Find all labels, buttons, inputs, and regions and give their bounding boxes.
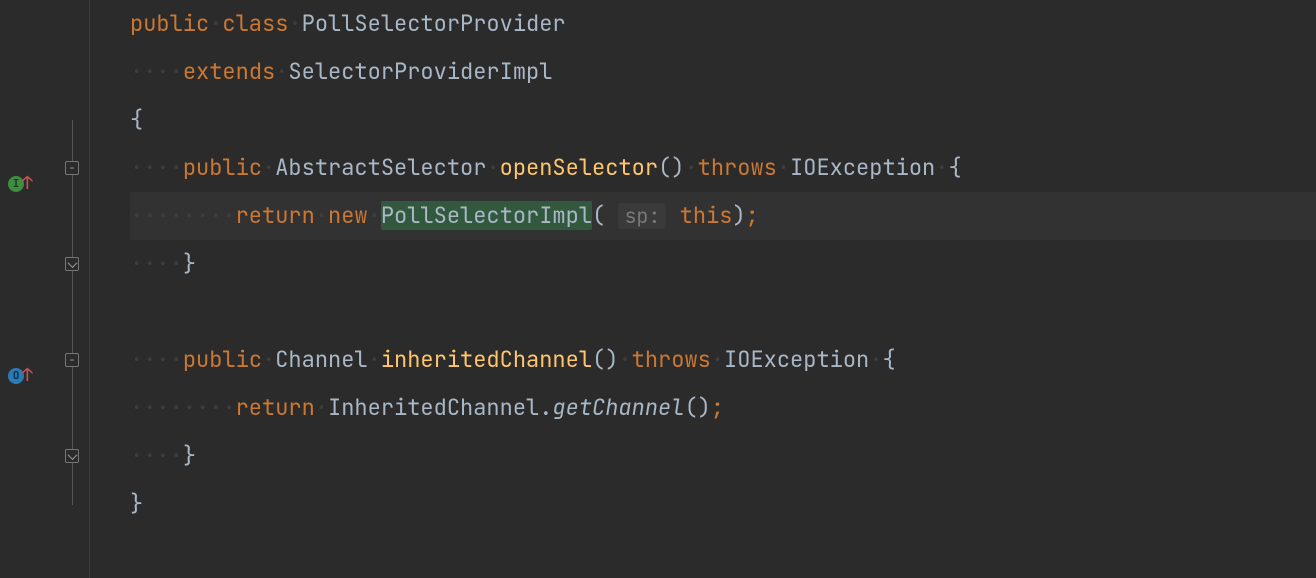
code-line[interactable]: public·class·PollSelectorProvider — [130, 0, 1316, 48]
code-line[interactable]: ····public·Channel·inheritedChannel()·th… — [130, 336, 1316, 384]
code-line[interactable]: ····public·AbstractSelector·openSelector… — [130, 144, 1316, 192]
code-line-blank[interactable] — [130, 288, 1316, 336]
code-line[interactable]: } — [130, 480, 1316, 528]
fold-end[interactable] — [65, 257, 79, 271]
up-arrow-icon: ↑ — [22, 352, 33, 400]
fold-end[interactable] — [65, 449, 79, 463]
fold-toggle[interactable]: − — [65, 161, 79, 175]
gutter-mark-overrides[interactable]: O ↑ — [8, 352, 33, 400]
code-area[interactable]: public·class·PollSelectorProvider ····ex… — [89, 0, 1316, 578]
code-line[interactable]: ····} — [130, 240, 1316, 288]
code-line[interactable]: ····extends·SelectorProviderImpl — [130, 48, 1316, 96]
code-line[interactable]: { — [130, 96, 1316, 144]
fold-toggle[interactable]: − — [65, 353, 79, 367]
parameter-hint: sp: — [618, 203, 666, 229]
up-arrow-icon: ↑ — [22, 160, 33, 208]
code-line[interactable]: ········return·InheritedChannel.getChann… — [130, 384, 1316, 432]
code-editor[interactable]: I ↑ O ↑ − − public·class·PollSelectorPro… — [0, 0, 1316, 578]
gutter: I ↑ O ↑ — [0, 0, 55, 578]
code-line[interactable]: ····} — [130, 432, 1316, 480]
gutter-mark-implements[interactable]: I ↑ — [8, 160, 33, 208]
fold-column: − − — [55, 0, 89, 578]
code-line-current[interactable]: ········return·new·PollSelectorImpl( sp:… — [130, 192, 1316, 240]
